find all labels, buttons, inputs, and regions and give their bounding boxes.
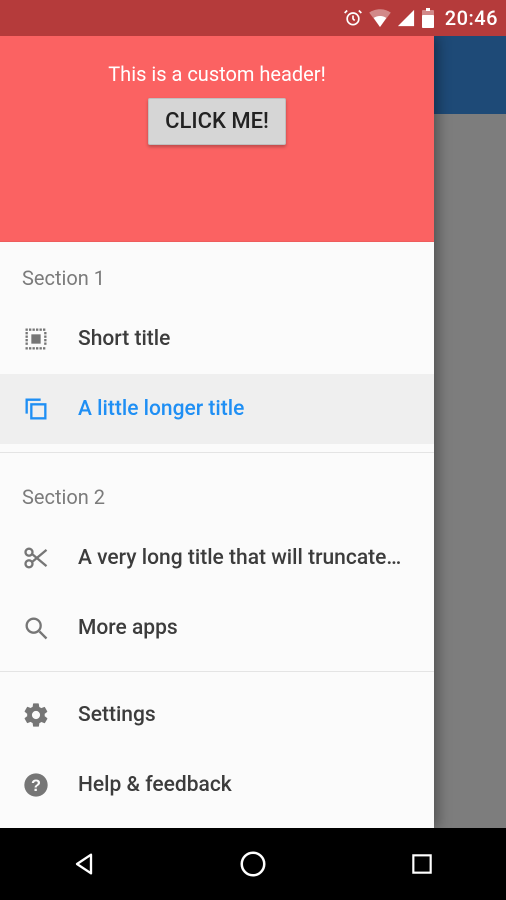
cut-scissors-icon — [22, 544, 78, 572]
svg-text:?: ? — [31, 777, 41, 795]
copy-icon — [22, 395, 78, 423]
wifi-icon — [369, 9, 391, 27]
drawer-item-label: Settings — [78, 703, 412, 727]
click-me-button[interactable]: CLICK ME! — [148, 98, 286, 145]
drawer-item-truncated[interactable]: A very long title that will truncate… — [0, 523, 434, 593]
section-2-label: Section 2 — [0, 461, 434, 523]
nav-back-button[interactable] — [24, 850, 144, 878]
drawer-item-label: Short title — [78, 327, 412, 351]
navigation-drawer: This is a custom header! CLICK ME! Secti… — [0, 36, 434, 828]
help-icon: ? — [22, 771, 78, 799]
status-bar: 20:46 — [0, 0, 506, 36]
drawer-header: This is a custom header! CLICK ME! — [0, 36, 434, 242]
alarm-icon — [343, 8, 363, 28]
section-divider — [0, 671, 434, 672]
drawer-item-label: Help & feedback — [78, 773, 412, 797]
cell-signal-icon — [397, 9, 415, 27]
search-icon — [22, 614, 78, 642]
section-1-label: Section 1 — [0, 242, 434, 304]
status-time: 20:46 — [445, 6, 498, 30]
drawer-item-longer-title[interactable]: A little longer title — [0, 374, 434, 444]
gear-icon — [22, 701, 78, 729]
select-all-icon — [22, 325, 78, 353]
drawer-item-more-apps[interactable]: More apps — [0, 593, 434, 663]
drawer-item-short-title[interactable]: Short title — [0, 304, 434, 374]
drawer-item-label: More apps — [78, 616, 412, 640]
battery-icon — [421, 8, 435, 28]
status-icons: 20:46 — [343, 6, 498, 30]
drawer-item-help-feedback[interactable]: ? Help & feedback — [0, 750, 434, 820]
drawer-item-settings[interactable]: Settings — [0, 680, 434, 750]
drawer-item-label: A little longer title — [78, 397, 412, 421]
nav-recent-button[interactable] — [362, 851, 482, 877]
android-nav-bar — [0, 828, 506, 900]
drawer-header-title: This is a custom header! — [0, 36, 434, 86]
nav-home-button[interactable] — [193, 849, 313, 879]
drawer-item-label: A very long title that will truncate… — [78, 546, 412, 570]
section-divider — [0, 452, 434, 453]
